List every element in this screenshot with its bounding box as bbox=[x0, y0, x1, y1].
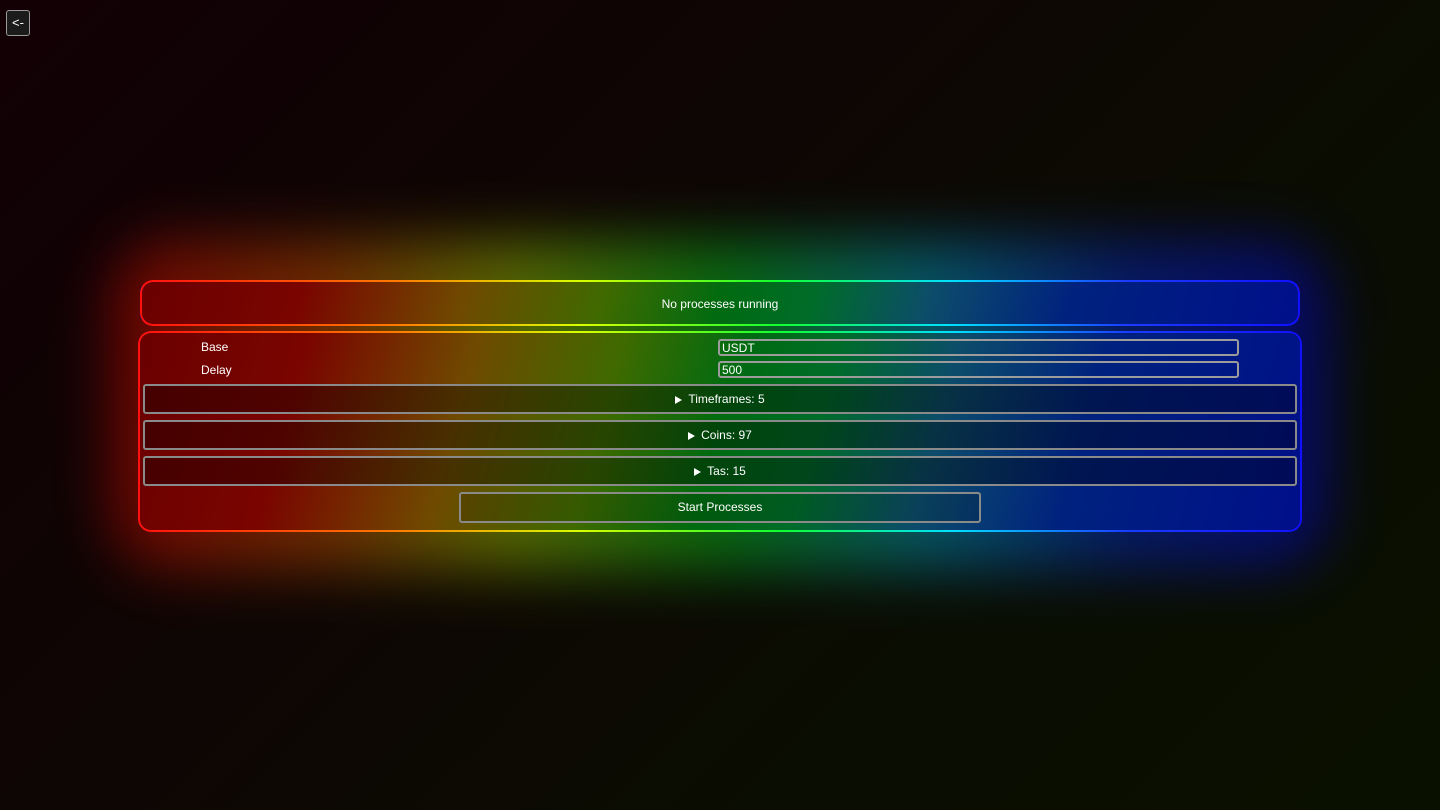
tas-section-toggle[interactable]: Tas: 15 bbox=[143, 456, 1297, 486]
coins-label: Coins: 97 bbox=[701, 428, 752, 442]
base-input[interactable] bbox=[718, 339, 1239, 356]
status-text: No processes running bbox=[661, 297, 779, 311]
start-processes-button[interactable]: Start Processes bbox=[459, 492, 981, 523]
delay-input[interactable] bbox=[718, 361, 1239, 378]
timeframes-section-toggle[interactable]: Timeframes: 5 bbox=[143, 384, 1297, 414]
expand-triangle-icon bbox=[694, 468, 702, 476]
settings-panel: Base Delay Timeframes: 5 Coins: 97 Tas: … bbox=[140, 333, 1300, 530]
tas-label: Tas: 15 bbox=[707, 464, 746, 478]
coins-section-toggle[interactable]: Coins: 97 bbox=[143, 420, 1297, 450]
expand-triangle-icon bbox=[688, 432, 696, 440]
back-button[interactable]: <- bbox=[6, 10, 30, 36]
expand-triangle-icon bbox=[675, 396, 683, 404]
delay-label: Delay bbox=[201, 363, 232, 377]
status-panel: No processes running bbox=[140, 280, 1300, 326]
timeframes-label: Timeframes: 5 bbox=[688, 392, 765, 406]
base-label: Base bbox=[201, 340, 229, 354]
